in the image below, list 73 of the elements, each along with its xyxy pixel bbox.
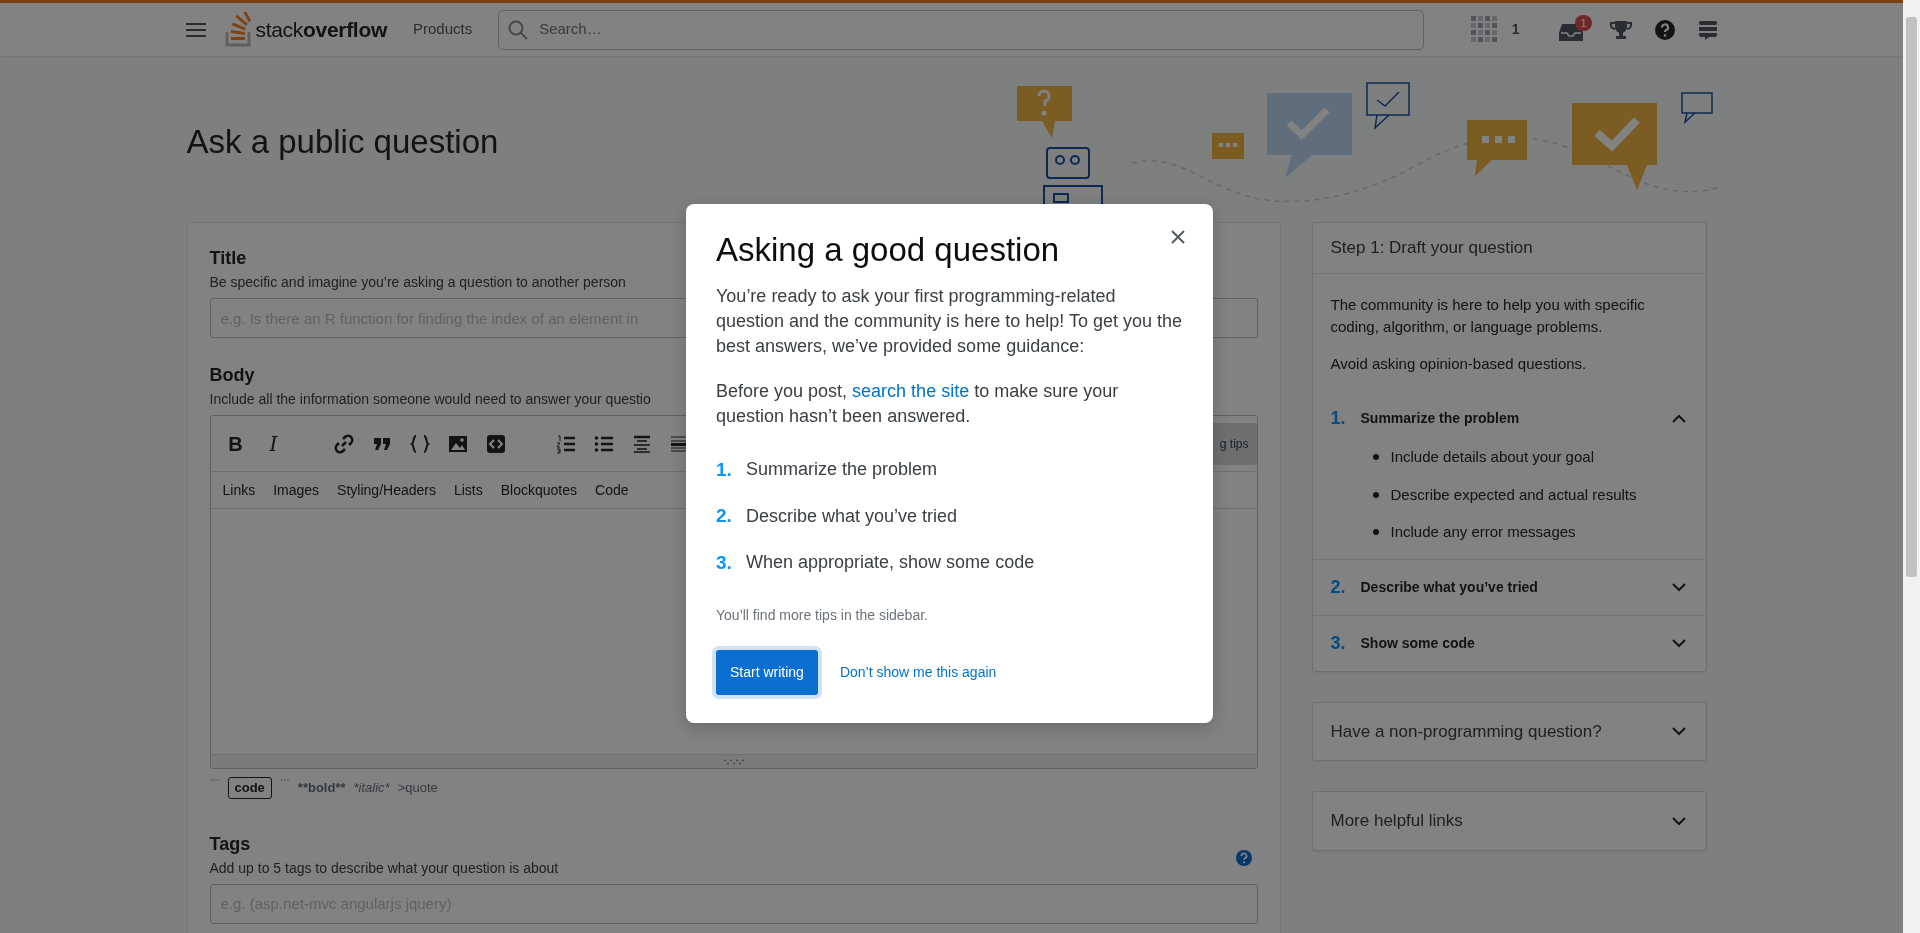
inbox-icon	[1558, 21, 1583, 42]
dialog-note: You’ll find more tips in the sidebar.	[716, 606, 929, 626]
step-number: 2.	[1330, 575, 1347, 599]
notification-badge: 1	[1575, 14, 1592, 31]
step-number: 1.	[1330, 407, 1347, 430]
step-text: When appropriate, show some code	[746, 551, 1035, 575]
step-text: Summarize the problem	[746, 458, 938, 482]
field-label: Body	[209, 364, 255, 387]
field-label: Tags	[209, 832, 251, 856]
step-number: 3.	[716, 550, 733, 575]
field-hint: Be specific and imagine you’re asking a question to another person	[209, 273, 626, 292]
dialog-text: Before you post, search the site to make sure your question hasn’t been answered.	[716, 380, 1120, 429]
reputation-count: 1	[1511, 20, 1520, 39]
markdown-hint: **bold**	[297, 779, 346, 797]
step-title: Show some code	[1360, 633, 1475, 653]
products-link[interactable]: Products	[400, 12, 485, 47]
markdown-hint: >quote	[397, 779, 438, 797]
search-icon	[508, 19, 529, 40]
step-tip: Describe expected and actual results	[1390, 484, 1637, 505]
sidebar-text: Avoid asking opinion-based questions.	[1330, 353, 1588, 374]
page-title: Ask a public question	[186, 122, 499, 162]
markdown-hint: ```	[209, 778, 220, 792]
snippet-icon[interactable]	[485, 433, 506, 454]
panel-title: Have a non-programming question?	[1330, 720, 1602, 743]
help-tab[interactable]: Blockquotes	[492, 475, 585, 505]
help-tab[interactable]: Lists	[445, 475, 491, 505]
dialog-title: Asking a good question	[716, 230, 1060, 270]
markdown-hint: code	[227, 777, 272, 799]
markdown-hint: *italic*	[353, 779, 390, 797]
scrollbar[interactable]	[1903, 0, 1920, 933]
bullet-icon	[1372, 454, 1379, 461]
ordered-list-icon[interactable]	[555, 433, 576, 454]
accordion-item[interactable]: 1. Summarize the problem	[1312, 391, 1706, 446]
heading-icon[interactable]	[631, 433, 652, 454]
accordion-item[interactable]: 2. Describe what you’ve tried	[1312, 558, 1706, 615]
help-tab[interactable]: Links	[214, 475, 264, 505]
step-tip: Include any error messages	[1390, 522, 1576, 542]
code-braces-icon[interactable]	[409, 433, 430, 454]
step-title: Describe what you’ve tried	[1360, 577, 1538, 597]
field-hint: Include all the information someone would need to answer your questio	[209, 390, 651, 409]
bullet-icon	[1372, 491, 1379, 498]
help-icon[interactable]	[1235, 849, 1252, 866]
bold-button[interactable]: B	[218, 426, 253, 461]
collapsible-panel[interactable]: More helpful links	[1311, 791, 1707, 851]
help-tab[interactable]: Code	[587, 475, 637, 505]
bullet-icon	[1372, 529, 1379, 536]
field-hint: Add up to 5 tags to describe what your question is about	[209, 858, 559, 878]
step-text: Describe what you’ve tried	[746, 504, 958, 528]
help-tab[interactable]: Images	[265, 475, 328, 505]
image-icon[interactable]	[447, 433, 468, 454]
help-tab[interactable]: Styling/Headers	[329, 475, 444, 505]
link-icon[interactable]	[333, 433, 354, 454]
step-number: 1.	[716, 457, 733, 482]
sidebar-text: The community is here to help you with specific coding, algorithm, or language problems.	[1330, 294, 1646, 337]
search-link[interactable]: search the site	[852, 381, 970, 402]
dismiss-link[interactable]: Don’t show me this again	[839, 662, 997, 684]
card-title: Step 1: Draft your question	[1312, 223, 1706, 274]
bulleted-list-icon[interactable]	[593, 433, 614, 454]
panel-title: More helpful links	[1330, 810, 1463, 832]
step-title: Summarize the problem	[1360, 409, 1520, 428]
collapsible-panel[interactable]: Have a non-programming question?	[1311, 701, 1707, 761]
logo-icon	[223, 11, 254, 48]
step-number: 2.	[716, 504, 733, 529]
field-label: Title	[209, 247, 247, 270]
step-tip: Include details about your goal	[1390, 447, 1594, 467]
step-number: 3.	[1330, 631, 1347, 655]
scrollbar-thumb[interactable]	[1906, 17, 1917, 577]
italic-button[interactable]: I	[256, 426, 291, 461]
markdown-hint: ```	[279, 778, 290, 792]
logo-text[interactable]: stackoverflow	[255, 13, 387, 46]
accordion-item[interactable]: 3. Show some code	[1312, 614, 1706, 671]
search-field[interactable]: Search…	[498, 9, 1425, 50]
inbox-button[interactable]: 1	[1555, 14, 1592, 45]
